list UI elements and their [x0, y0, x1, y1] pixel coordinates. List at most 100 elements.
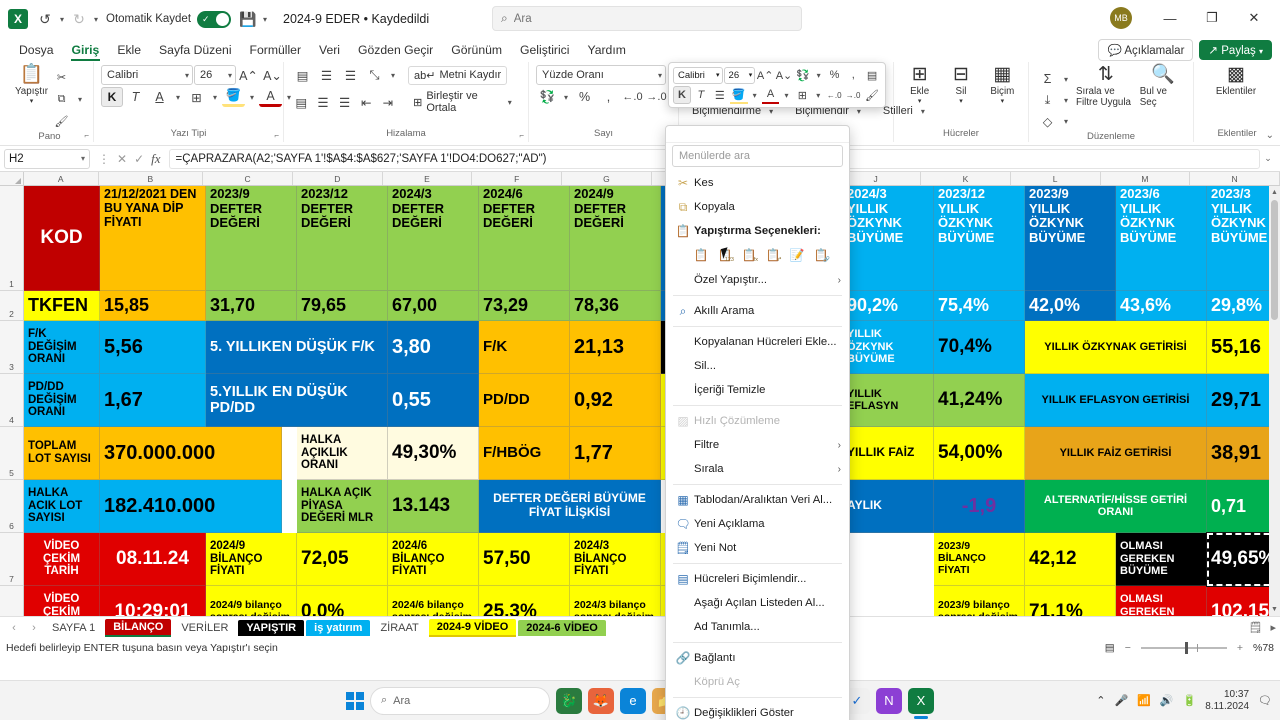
- copy-dropdown-icon[interactable]: ▾: [74, 95, 86, 104]
- tab-dosya[interactable]: Dosya: [10, 41, 63, 59]
- hizalama-dialog-launcher[interactable]: ⌐: [519, 131, 524, 140]
- normal-view-icon[interactable]: ▤: [1105, 642, 1115, 654]
- firefox-icon[interactable]: 🦊: [588, 687, 614, 714]
- accounting-dropdown-icon[interactable]: ▾: [560, 93, 572, 102]
- grid-cell[interactable]: 42,12: [1025, 533, 1116, 586]
- zoom-out-icon[interactable]: −: [1125, 642, 1131, 654]
- grid-cell[interactable]: VİDEO ÇEKİM SAATİ: [24, 586, 100, 616]
- italic-icon[interactable]: T: [692, 86, 710, 104]
- tab-gozden-gecir[interactable]: Gözden Geçir: [349, 41, 442, 59]
- grid-cell[interactable]: YILLIK FAİZ GETİRİSİ: [1025, 427, 1207, 480]
- next-sheet-icon[interactable]: ›: [24, 622, 44, 634]
- onenote-icon[interactable]: N: [876, 687, 902, 714]
- grid-cell[interactable]: 41,24%: [934, 374, 1025, 427]
- grid-cell[interactable]: TOPLAM LOT SAYISI: [24, 427, 100, 480]
- format-painter-icon[interactable]: ▤: [863, 66, 881, 84]
- redo-icon[interactable]: ↻: [68, 8, 90, 30]
- align-middle-icon[interactable]: ☰: [315, 65, 338, 85]
- grid-cell[interactable]: 2024/9 DEFTER DEĞERİ: [570, 186, 661, 291]
- grid-cell[interactable]: 75,4%: [934, 291, 1025, 321]
- borders-dropdown-icon[interactable]: ▾: [209, 93, 221, 102]
- grid-cell[interactable]: YILLIK ÖZKYNAK GETİRİSİ: [1025, 321, 1207, 374]
- grid-cell[interactable]: ALTERNATİF/HİSSE GETİRİ ORANI: [1025, 480, 1207, 533]
- increase-decimal-icon[interactable]: ←.0: [621, 87, 644, 107]
- grid-cell[interactable]: 2023/9 bilanço sonrası değişim: [934, 586, 1025, 616]
- grid-cell[interactable]: 57,50: [479, 533, 570, 586]
- grid-cell[interactable]: 5. YILLIKEN DÜŞÜK F/K: [206, 321, 388, 374]
- autosave-toggle[interactable]: ✓: [197, 10, 232, 28]
- paste-link-icon[interactable]: 📋 🔗: [812, 245, 830, 264]
- avatar[interactable]: MB: [1110, 7, 1132, 29]
- chevron-down-icon[interactable]: ▾: [30, 97, 34, 105]
- menu-item-tablodan-veri-al[interactable]: ▦ Tablodan/Aralıktan Veri Al...: [666, 488, 849, 512]
- menu-item-filtre[interactable]: Filtre ›: [666, 433, 849, 457]
- search-box[interactable]: ⌕: [492, 6, 802, 31]
- wifi-icon[interactable]: 📶: [1137, 694, 1151, 707]
- grid-cell[interactable]: YILLIK ÖZKYNK BÜYÜME: [843, 321, 934, 374]
- align-right-icon[interactable]: ☰: [334, 92, 355, 112]
- grid-cell[interactable]: 182.410.000: [100, 480, 282, 533]
- sort-filter-button[interactable]: ⇅ Sırala ve Filtre Uygula: [1076, 65, 1136, 109]
- sheet-tab-5[interactable]: ZİRAAT: [372, 619, 427, 636]
- grow-font-icon[interactable]: A⌃: [237, 65, 260, 85]
- column-header-D[interactable]: D: [292, 172, 383, 185]
- grid-cell[interactable]: 2023/12 DEFTER DEĞERİ: [297, 186, 388, 291]
- paste-formulas-icon[interactable]: 📋 fx: [740, 245, 758, 264]
- row-header-3[interactable]: 3: [0, 321, 23, 374]
- excel-icon[interactable]: X: [908, 687, 934, 719]
- grid-cell[interactable]: 0,55: [388, 374, 479, 427]
- grid-cell[interactable]: 2023/6 YILLIK ÖZKYNK BÜYÜME: [1116, 186, 1207, 291]
- grid-cell[interactable]: 79,65: [297, 291, 388, 321]
- menu-item-akilli-arama[interactable]: ⌕ Akıllı Arama: [666, 299, 849, 323]
- grid-cell[interactable]: 10:29:01: [100, 586, 206, 616]
- row-header-1[interactable]: 1: [0, 186, 23, 291]
- grid-cell[interactable]: 370.000.000: [100, 427, 282, 480]
- fill-color-icon[interactable]: 🪣: [729, 86, 748, 104]
- font-color-icon[interactable]: A: [761, 86, 780, 104]
- menu-item-sirala[interactable]: Sırala ›: [666, 457, 849, 481]
- zoom-slider[interactable]: [1140, 642, 1227, 654]
- grid-cell[interactable]: -1,9: [934, 480, 1025, 533]
- chevron-down-icon[interactable]: ▾: [959, 97, 963, 105]
- increase-decimal-icon[interactable]: →.0: [844, 86, 862, 104]
- accounting-dropdown-icon[interactable]: ▾: [813, 71, 825, 80]
- menu-item-hucreleri-bicimlendir[interactable]: ▤ Hücreleri Biçimlendir...: [666, 567, 849, 591]
- save-icon[interactable]: 💾: [237, 8, 259, 30]
- sheet-tab-3[interactable]: YAPIŞTIR: [238, 619, 305, 636]
- chevron-down-icon[interactable]: ▾: [918, 97, 922, 105]
- column-header-F[interactable]: F: [472, 172, 563, 185]
- menu-item-kopyala[interactable]: ⧉ Kopyala: [666, 195, 849, 219]
- windows-start-icon[interactable]: [346, 691, 364, 710]
- fill-dropdown-icon[interactable]: ▾: [1060, 96, 1072, 105]
- yazitipi-dialog-launcher[interactable]: ⌐: [274, 131, 279, 140]
- grid-cell[interactable]: F/K DEĞİŞİM ORANI: [24, 321, 100, 374]
- borders-icon[interactable]: ⊞: [793, 86, 811, 104]
- scroll-down-icon[interactable]: ▼: [1269, 603, 1280, 616]
- pano-dialog-launcher[interactable]: ⌐: [84, 131, 89, 140]
- minimize-button[interactable]: —: [1150, 4, 1190, 32]
- grow-font-icon[interactable]: A⌃: [756, 66, 774, 84]
- paste-transpose-icon[interactable]: 📋 ↱: [764, 245, 782, 264]
- taskbar-search[interactable]: ⌕ Ara: [370, 686, 550, 715]
- expand-tabs-icon[interactable]: ▸: [1270, 621, 1276, 634]
- number-format-select[interactable]: Yüzde Oranı ▾: [536, 65, 666, 85]
- sheet-tab-7[interactable]: 2024-6 VİDEO: [518, 619, 606, 636]
- fill-color-icon[interactable]: 🪣: [222, 87, 245, 107]
- battery-icon[interactable]: 🔋: [1183, 694, 1197, 707]
- row-header-8[interactable]: 8: [0, 586, 23, 616]
- tab-formuller[interactable]: Formüller: [241, 41, 310, 59]
- percent-icon[interactable]: %: [826, 66, 844, 84]
- scroll-up-icon[interactable]: ▲: [1269, 186, 1280, 199]
- copy-icon[interactable]: ⧉: [50, 89, 73, 109]
- column-header-B[interactable]: B: [98, 172, 204, 185]
- autosum-icon[interactable]: Σ: [1036, 69, 1059, 89]
- chevron-down-icon[interactable]: ▾: [1001, 97, 1005, 105]
- chevron-down-icon[interactable]: ▾: [81, 154, 85, 163]
- grid-cell[interactable]: 31,70: [206, 291, 297, 321]
- grid-cell[interactable]: KOD: [24, 186, 100, 291]
- grid-cell[interactable]: 2024/6 DEFTER DEĞERİ: [479, 186, 570, 291]
- comma-style-icon[interactable]: ,: [597, 87, 620, 107]
- sheet-tab-1[interactable]: BİLANÇO: [105, 618, 172, 637]
- grid-cell[interactable]: DEFTER DEĞERİ BÜYÜME FİYAT İLİŞKİSİ: [479, 480, 661, 533]
- document-title[interactable]: 2024-9 EDER • Kaydedildi: [283, 12, 429, 26]
